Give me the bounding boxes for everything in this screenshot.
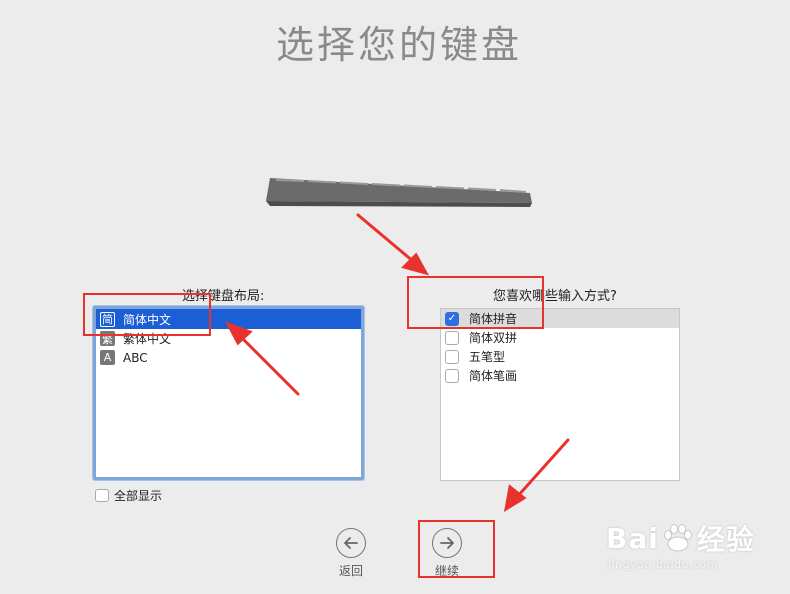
layout-item-abc[interactable]: A ABC <box>96 348 361 367</box>
layout-item-label: 繁体中文 <box>123 332 172 346</box>
layout-item-label: ABC <box>123 350 148 365</box>
input-method-simplified-shuangpin[interactable]: 简体双拼 <box>441 328 679 347</box>
page-title: 选择您的键盘 <box>275 23 522 67</box>
forward-arrow-icon <box>432 528 462 558</box>
input-method-wubi[interactable]: 五笔型 <box>441 347 679 366</box>
show-all-label: 全部显示 <box>114 489 163 503</box>
show-all-toggle[interactable]: 全部显示 <box>95 487 162 504</box>
checkmark-icon[interactable]: ✓ <box>445 311 459 326</box>
simplified-chinese-icon: 简 <box>100 311 115 327</box>
watermark-brand-right: 经验 <box>696 523 755 556</box>
keyboard-layout-label: 选择键盘布局: <box>182 289 265 304</box>
layout-item-label: 简体中文 <box>123 312 172 327</box>
show-all-checkbox[interactable] <box>95 489 109 502</box>
continue-button[interactable]: 继续 <box>422 528 472 579</box>
watermark-url: jingyan.baidu.com <box>608 558 719 571</box>
layout-item-traditional-chinese[interactable]: 繁 繁体中文 <box>96 329 361 348</box>
checkbox[interactable] <box>445 349 459 364</box>
input-method-label: 简体笔画 <box>469 369 518 383</box>
continue-label: 继续 <box>434 564 459 578</box>
baidu-watermark: Bai 经验 jingyan.baidu.com <box>606 518 786 572</box>
checkbox[interactable] <box>445 330 459 345</box>
input-method-list[interactable]: ✓ 简体拼音 简体双拼 五笔型 简体笔画 <box>440 308 680 481</box>
watermark-brand: Bai 经验 <box>606 518 786 558</box>
annotation-arrows <box>224 213 570 513</box>
layout-item-simplified-chinese[interactable]: 简 简体中文 <box>96 309 361 329</box>
back-label: 返回 <box>338 564 363 578</box>
input-method-label: 简体拼音 <box>469 312 518 326</box>
watermark-brand-left: Bai <box>606 521 659 555</box>
keyboard-image <box>266 178 532 207</box>
baidu-paw-icon <box>663 524 692 552</box>
input-method-simplified-pinyin[interactable]: ✓ 简体拼音 <box>441 309 679 328</box>
input-method-label: 您喜欢哪些输入方式? <box>493 289 617 304</box>
checkbox[interactable] <box>445 368 459 383</box>
back-arrow-icon <box>336 528 366 558</box>
traditional-chinese-icon: 繁 <box>100 331 115 346</box>
input-method-label: 简体双拼 <box>469 331 518 345</box>
input-method-label: 五笔型 <box>469 350 506 364</box>
annotation-arrow-1-head <box>401 252 430 276</box>
back-button[interactable]: 返回 <box>326 528 376 579</box>
annotation-arrow-1 <box>356 213 416 264</box>
input-method-stroke[interactable]: 简体笔画 <box>441 366 679 385</box>
annotation-arrow-3-head <box>503 484 527 513</box>
abc-icon: A <box>100 350 115 365</box>
keyboard-layout-list[interactable]: 简 简体中文 繁 繁体中文 A ABC <box>93 306 364 480</box>
